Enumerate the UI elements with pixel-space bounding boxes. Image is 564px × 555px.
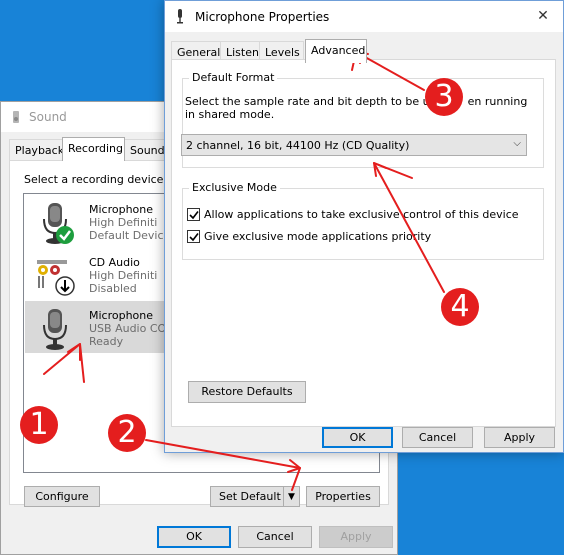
recording-description: Select a recording device be (24, 173, 181, 186)
mic-title-bar: Microphone Properties ✕ (165, 1, 563, 32)
microphone-icon (177, 9, 183, 24)
microphone-default-icon (43, 203, 74, 244)
chevron-down-icon: ⌵ (513, 138, 521, 149)
exclusive-priority-label[interactable]: Give exclusive mode applications priorit… (204, 230, 431, 243)
restore-defaults-button[interactable]: Restore Defaults (188, 381, 306, 403)
tab-recording[interactable]: Recording (62, 137, 125, 161)
format-select[interactable]: 2 channel, 16 bit, 44100 Hz (CD Quality)… (181, 134, 527, 156)
microphone-icon (43, 309, 67, 350)
format-description: Select the sample rate and bit depth to … (185, 95, 527, 108)
set-default-button[interactable]: Set Default (210, 486, 284, 507)
exclusive-control-checkbox[interactable] (187, 208, 200, 221)
format-select-value: 2 channel, 16 bit, 44100 Hz (CD Quality) (186, 139, 410, 152)
device-driver: USB Audio COD (89, 322, 175, 335)
configure-button[interactable]: Configure (24, 486, 100, 507)
sound-title: Sound (29, 110, 67, 124)
sound-apply-button: Apply (319, 526, 393, 548)
tab-playback[interactable]: Playback (9, 139, 64, 160)
device-driver: High Definiti (89, 216, 158, 229)
mic-apply-button[interactable]: Apply (484, 427, 555, 448)
annotation-badge-2: 2 (108, 414, 146, 452)
annotation-badge-1: 1 (20, 406, 58, 444)
speaker-icon (13, 111, 19, 123)
exclusive-mode-group: Exclusive Mode Allow applications to tak… (182, 181, 544, 260)
device-driver: High Definiti (89, 269, 158, 282)
set-default-dropdown[interactable]: ▼ (283, 486, 300, 507)
exclusive-control-label[interactable]: Allow applications to take exclusive con… (204, 208, 519, 221)
annotation-badge-4: 4 (441, 288, 479, 326)
close-icon[interactable]: ✕ (529, 5, 557, 27)
format-description-line2: in shared mode. (185, 108, 275, 121)
advanced-panel: Default Format Select the sample rate an… (171, 59, 556, 427)
microphone-properties-dialog: Microphone Properties ✕ General Listen L… (164, 0, 564, 453)
device-status: Default Device (89, 229, 171, 242)
cd-audio-disabled-icon (37, 260, 75, 296)
format-desc-part2: en running (467, 95, 528, 108)
exclusive-priority-checkbox[interactable] (187, 230, 200, 243)
device-status: Disabled (89, 282, 137, 295)
default-format-label: Default Format (189, 71, 278, 84)
sound-ok-button[interactable]: OK (157, 526, 231, 548)
mic-title: Microphone Properties (195, 10, 330, 24)
device-name: Microphone (89, 203, 154, 216)
format-desc-part1: Select the sample rate and bit depth to … (185, 95, 430, 108)
tab-advanced[interactable]: Advanced (305, 39, 367, 63)
default-format-group: Default Format Select the sample rate an… (181, 71, 544, 168)
exclusive-mode-label: Exclusive Mode (189, 181, 280, 194)
device-name: Microphone (89, 309, 154, 322)
mic-ok-button[interactable]: OK (322, 427, 393, 448)
mic-cancel-button[interactable]: Cancel (402, 427, 473, 448)
device-status: Ready (89, 335, 124, 348)
device-name: CD Audio (89, 256, 140, 269)
sound-cancel-button[interactable]: Cancel (238, 526, 312, 548)
annotation-badge-3: 3 (425, 78, 463, 116)
properties-button[interactable]: Properties (306, 486, 380, 507)
